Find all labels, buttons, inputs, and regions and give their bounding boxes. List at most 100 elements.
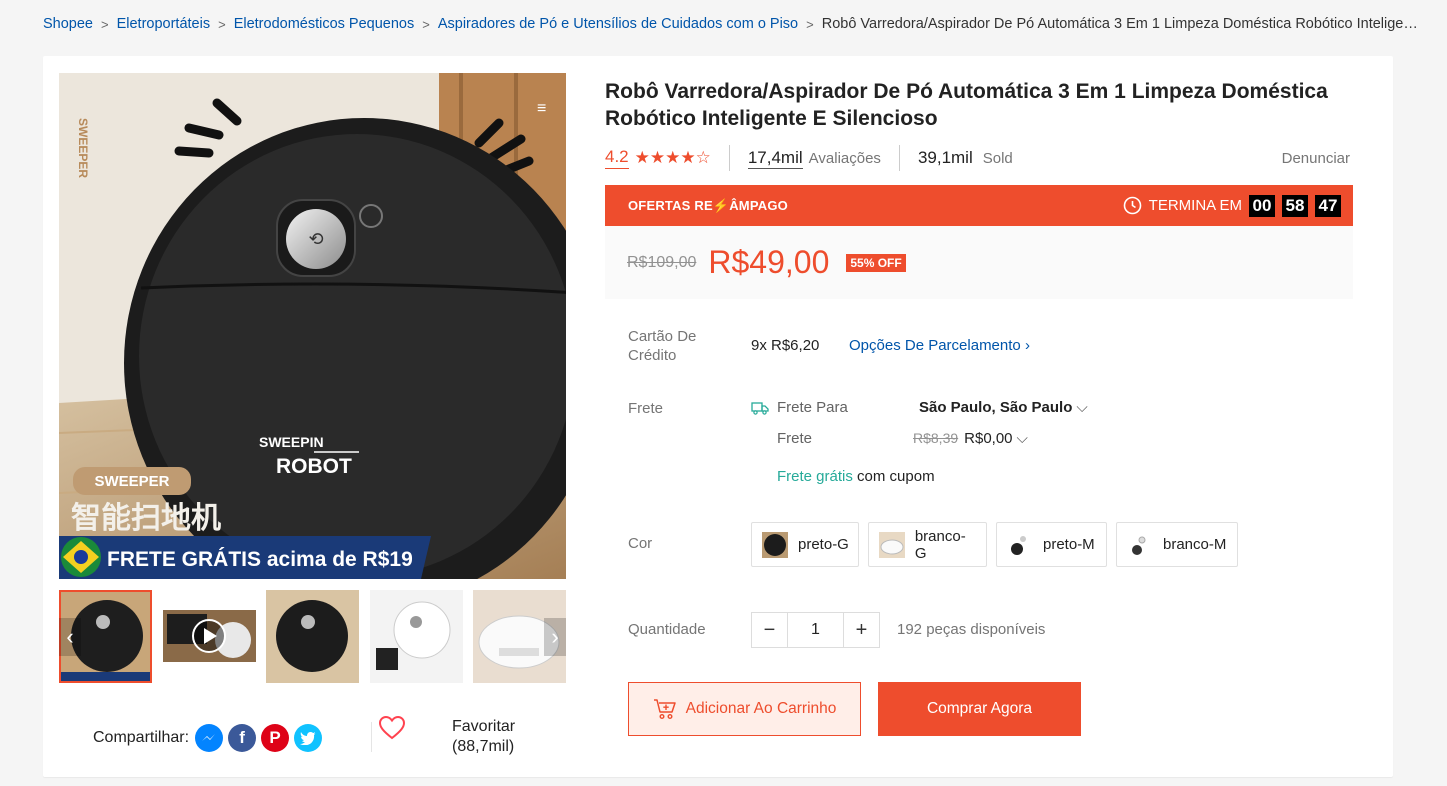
- current-price: R$49,00: [708, 244, 830, 280]
- breadcrumb-separator: >: [806, 16, 814, 32]
- shipping-label: Frete: [628, 400, 664, 417]
- installments-link-text: Opções De Parcelamento: [849, 337, 1021, 354]
- rating-stars: ★★★★☆: [634, 148, 711, 167]
- device-brand-line1: SWEEPIN: [259, 434, 324, 450]
- rating-score[interactable]: 4.2: [605, 147, 629, 169]
- facebook-icon[interactable]: f: [228, 724, 257, 752]
- variant-label: Cor: [628, 535, 653, 552]
- thumbnail-4[interactable]: [370, 590, 463, 683]
- chinese-caption: 智能扫地机: [71, 501, 221, 536]
- countdown-minutes: 58: [1282, 194, 1308, 217]
- shipping-original-cost: R$8,39: [913, 430, 959, 446]
- thumbnail-prev-button[interactable]: ‹: [59, 618, 81, 656]
- favorite-count: (88,7mil): [452, 738, 515, 755]
- add-to-cart-label: Adicionar Ao Carrinho: [685, 700, 837, 717]
- breadcrumb-separator: >: [422, 16, 430, 32]
- thumbnail-video[interactable]: [163, 590, 256, 683]
- installments-link[interactable]: Opções De Parcelamento ›: [849, 337, 1030, 354]
- truck-icon: [751, 402, 769, 415]
- free-shipping-highlight: Frete grátis: [777, 468, 853, 485]
- breadcrumb-link-aspiradores[interactable]: Aspiradores de Pó e Utensílios de Cuidad…: [438, 16, 798, 32]
- countdown: TERMINA EM 00 58 47: [1123, 194, 1341, 217]
- product-title: Robô Varredora/Aspirador De Pó Automátic…: [605, 80, 1328, 130]
- variant-option-branco-m[interactable]: branco-M: [1116, 522, 1238, 567]
- favorite-text[interactable]: Favoritar (88,7mil): [452, 717, 515, 757]
- device-brand-line2: ROBOT: [276, 455, 352, 478]
- installments-value: 9x R$6,20: [751, 337, 820, 354]
- shipping-destination[interactable]: São Paulo, São Paulo ⌵: [919, 399, 1088, 416]
- countdown-hours: 00: [1249, 194, 1275, 217]
- add-to-cart-button[interactable]: Adicionar Ao Carrinho: [628, 682, 861, 736]
- menu-icon: ≡: [537, 100, 546, 117]
- pinterest-icon[interactable]: P: [261, 724, 290, 752]
- countdown-seconds: 47: [1315, 194, 1341, 217]
- chevron-down-icon: ⌵: [1016, 430, 1028, 447]
- stock-available: 192 peças disponíveis: [897, 621, 1046, 638]
- variant-option-label: preto-M: [1043, 536, 1095, 553]
- reviews-label: Avaliações: [808, 149, 881, 167]
- heart-icon[interactable]: [378, 714, 406, 742]
- breadcrumb-link-eletrodomesticos[interactable]: Eletrodomésticos Pequenos: [234, 16, 415, 32]
- free-shipping-banner: FRETE GRÁTIS acima de R$19: [107, 548, 413, 571]
- breadcrumb-current: Robô Varredora/Aspirador De Pó Automátic…: [821, 16, 1423, 32]
- breadcrumb-link-eletroportateis[interactable]: Eletroportáteis: [117, 16, 211, 32]
- variant-option-label: branco-M: [1163, 536, 1227, 553]
- messenger-icon[interactable]: [195, 724, 224, 752]
- thumbnail-next-button[interactable]: ›: [544, 618, 566, 656]
- quantity-increment-button[interactable]: +: [844, 613, 879, 647]
- sold-count: 39,1mil: [917, 148, 973, 167]
- add-cart-icon: [653, 699, 676, 720]
- flash-sale-bar: OFERTAS RE⚡ÂMPAGO TERMINA EM 00 58 47: [605, 185, 1353, 226]
- breadcrumb-separator: >: [218, 16, 226, 32]
- twitter-icon[interactable]: [294, 724, 323, 752]
- favorite-divider: [371, 722, 372, 752]
- quantity-stepper: − +: [751, 612, 880, 648]
- countdown-label: TERMINA EM: [1148, 197, 1242, 214]
- svg-text:⟲: ⟲: [308, 229, 323, 249]
- side-label: SWEEPER: [76, 118, 90, 178]
- original-price: R$109,00: [627, 253, 697, 271]
- shipping-to-label: Frete Para: [777, 399, 848, 416]
- shipping-cost[interactable]: R$8,39 R$0,00 ⌵: [913, 430, 1028, 447]
- sold-label: Sold: [982, 149, 1013, 167]
- buy-now-label: Comprar Agora: [926, 700, 1033, 717]
- breadcrumb-link-shopee[interactable]: Shopee: [43, 16, 93, 32]
- variant-option-branco-g[interactable]: branco-G: [868, 522, 987, 567]
- image-tag: SWEEPER: [94, 473, 169, 490]
- variant-image: [1126, 531, 1154, 559]
- product-main-image[interactable]: ⟲ SWEEPIN ROBOT SWEEPER ≡ SWEEPER 智能扫地机 …: [59, 73, 566, 579]
- variant-option-preto-g[interactable]: preto-G: [751, 522, 859, 567]
- reviews-count[interactable]: 17,4mil: [747, 148, 803, 169]
- quantity-decrement-button[interactable]: −: [752, 613, 787, 647]
- share-label: Compartilhar:: [93, 729, 190, 746]
- buy-now-button[interactable]: Comprar Agora: [878, 682, 1081, 736]
- share-bar: Compartilhar: f P: [93, 724, 327, 752]
- free-shipping-note: Frete grátis com cupom: [777, 468, 935, 485]
- quantity-label: Quantidade: [628, 621, 706, 638]
- favorite-label: Favoritar: [452, 718, 516, 735]
- report-link[interactable]: Denunciar: [1282, 150, 1350, 167]
- divider: [898, 145, 900, 171]
- chevron-down-icon: ⌵: [1076, 399, 1088, 416]
- thumbnail-3[interactable]: [266, 590, 359, 683]
- installments-label: Cartão De Crédito: [628, 328, 697, 364]
- free-shipping-suffix: com cupom: [857, 468, 935, 485]
- variant-option-label: preto-G: [798, 536, 849, 553]
- price-box: R$109,00 R$49,00 55% OFF: [605, 226, 1353, 299]
- shipping-destination-text: São Paulo, São Paulo: [919, 399, 1073, 416]
- discount-badge: 55% OFF: [846, 253, 906, 272]
- chevron-right-icon: ›: [1024, 337, 1030, 354]
- flash-sale-logo: OFERTAS RE⚡ÂMPAGO: [628, 197, 788, 213]
- breadcrumb: Shopee > Eletroportáteis > Eletrodomésti…: [43, 14, 1423, 34]
- clock-icon: [1123, 196, 1141, 215]
- shipping-cost-value: R$0,00: [964, 430, 1013, 447]
- variant-image: [761, 531, 789, 559]
- rating-row: 4.2 ★★★★☆ 17,4mil Avaliações 39,1mil Sol…: [605, 144, 1350, 172]
- variant-option-preto-m[interactable]: preto-M: [996, 522, 1107, 567]
- quantity-input[interactable]: [787, 613, 844, 647]
- shipping-cost-label: Frete: [777, 430, 813, 447]
- divider: [728, 145, 730, 171]
- variant-image: [1006, 531, 1034, 559]
- variant-option-label: branco-G: [914, 527, 966, 562]
- variant-image: [878, 531, 906, 559]
